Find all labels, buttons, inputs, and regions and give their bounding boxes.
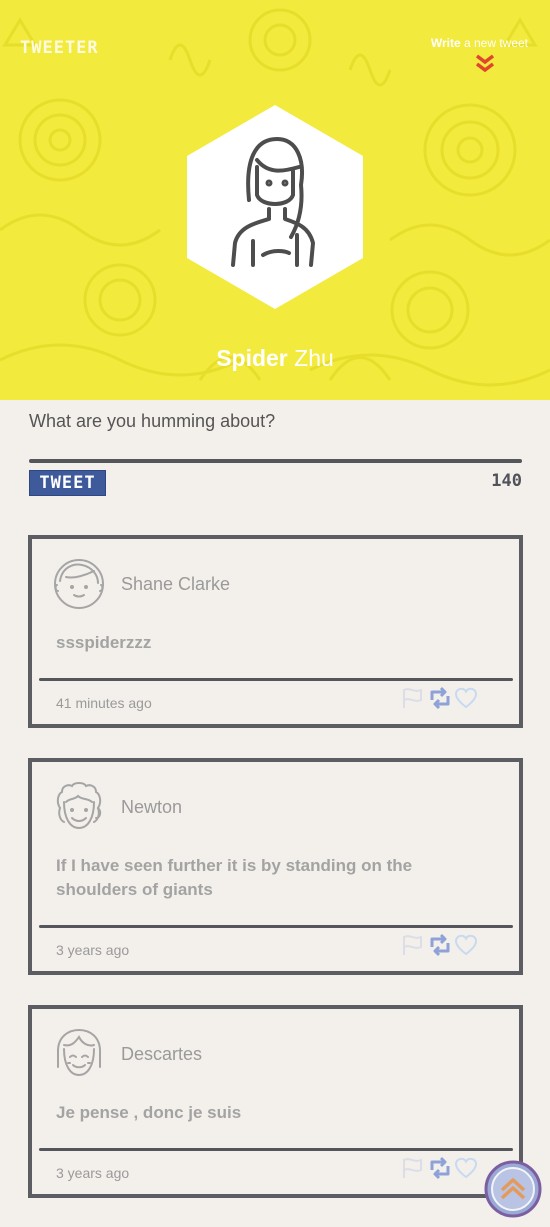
- tweet-actions: [400, 686, 484, 710]
- tweet-actions: [400, 933, 484, 957]
- tweet-text: If I have seen further it is by standing…: [56, 856, 413, 899]
- retweet-icon[interactable]: [428, 1156, 452, 1180]
- tweet-actions: [400, 1156, 484, 1180]
- tweet-timestamp: 3 years ago: [56, 1165, 130, 1181]
- tweet-card: Descartes Je pense , donc je suis 3 year…: [28, 1005, 523, 1198]
- write-link-bold: Write: [430, 36, 461, 50]
- flag-icon[interactable]: [400, 686, 424, 710]
- tweet-author[interactable]: Newton: [121, 797, 182, 818]
- tweet-card: Shane Clarke ssspiderzzz 41 minutes ago: [28, 535, 523, 728]
- tweet-button[interactable]: TWEET: [29, 470, 106, 496]
- app-logo[interactable]: TWEETER: [20, 38, 99, 58]
- tweet-divider: [39, 1148, 513, 1151]
- profile-last-name: Zhu: [287, 345, 334, 371]
- tweet-timestamp: 3 years ago: [56, 942, 130, 958]
- tweet-divider: [39, 678, 513, 681]
- bob-hair-avatar-icon: [57, 1028, 101, 1077]
- tweet-author[interactable]: Descartes: [121, 1044, 202, 1065]
- compose-underline: [29, 459, 522, 463]
- flag-icon[interactable]: [400, 933, 424, 957]
- double-chevron-down-icon[interactable]: [475, 54, 495, 72]
- retweet-icon[interactable]: [428, 933, 452, 957]
- woman-avatar-icon: [187, 105, 363, 309]
- tweet-text: Je pense , donc je suis: [56, 1103, 242, 1122]
- heart-icon[interactable]: [454, 933, 478, 957]
- flag-icon[interactable]: [400, 1156, 424, 1180]
- tweet-timestamp: 41 minutes ago: [56, 695, 152, 711]
- profile-name: Spider Zhu: [0, 345, 550, 372]
- write-link-rest: a new tweet: [460, 36, 528, 50]
- retweet-icon[interactable]: [428, 686, 452, 710]
- tweet-card: Newton If I have seen further it is by s…: [28, 758, 523, 975]
- tweet-divider: [39, 925, 513, 928]
- man-avatar-icon: [54, 559, 104, 609]
- tweet-text: ssspiderzzz: [56, 633, 152, 652]
- profile-header: TWEETER Write a new tweet Spider Zhu: [0, 0, 550, 400]
- heart-icon[interactable]: [454, 1156, 478, 1180]
- write-new-tweet-link[interactable]: Write a new tweet: [431, 36, 528, 50]
- heart-icon[interactable]: [454, 686, 478, 710]
- curly-hair-avatar-icon: [56, 782, 102, 830]
- compose-textarea[interactable]: What are you humming about?: [29, 411, 521, 432]
- double-chevron-up-icon[interactable]: [484, 1160, 542, 1218]
- tweet-author[interactable]: Shane Clarke: [121, 574, 230, 595]
- profile-first-name: Spider: [216, 345, 288, 371]
- character-counter: 140: [491, 471, 522, 491]
